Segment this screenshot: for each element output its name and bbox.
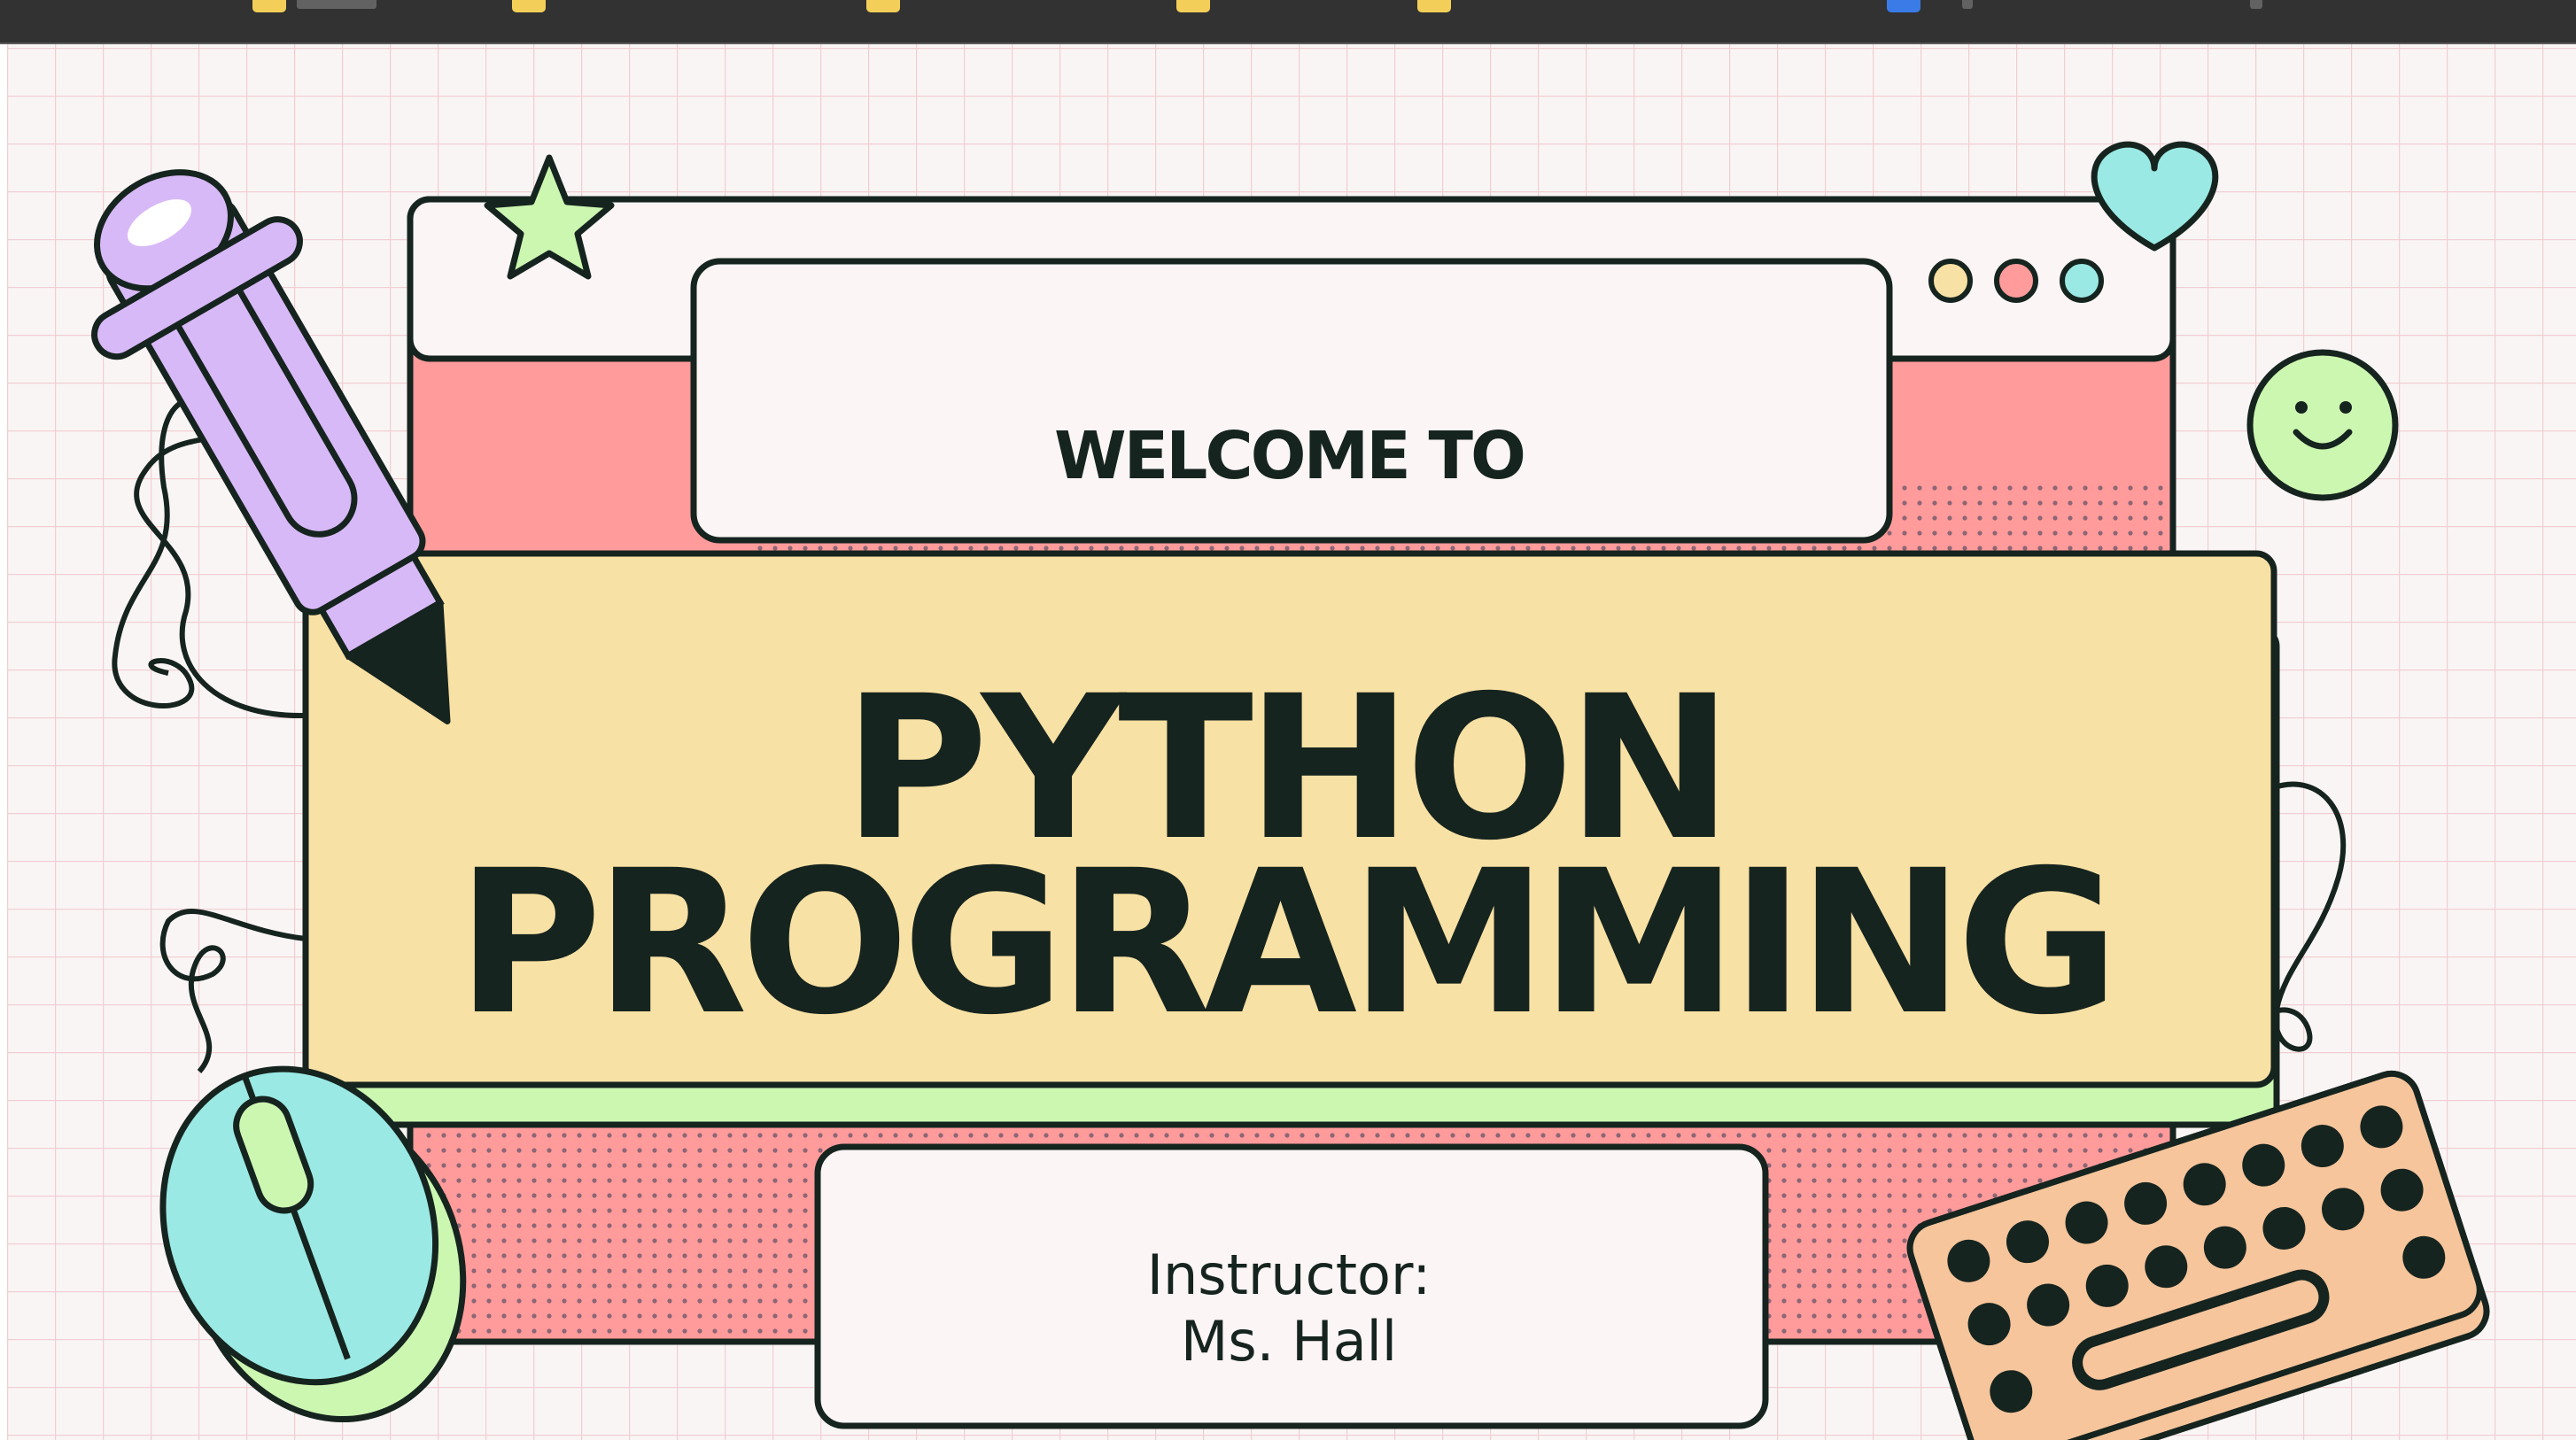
bookmark-label[interactable] [297, 0, 376, 9]
folder-icon[interactable] [1176, 0, 1210, 12]
smiley-icon [2246, 349, 2399, 501]
title-slide: WELCOME TO PYTHON PROGRAMMING Instructor… [0, 44, 2576, 1440]
doc-icon[interactable] [1887, 0, 1920, 12]
bookmark-label[interactable] [1962, 0, 1973, 9]
folder-icon[interactable] [866, 0, 900, 12]
instructor-label: Instructor: [1146, 1243, 1432, 1307]
bookmark-label[interactable] [2250, 0, 2262, 9]
welcome-heading: WELCOME TO [1054, 418, 1526, 494]
instructor-name: Ms. Hall [1180, 1309, 1398, 1374]
window-dot-teal [2060, 259, 2104, 303]
window-dot-yellow [1928, 259, 1973, 303]
title-line-programming: PROGRAMMING [456, 827, 2119, 1058]
folder-icon[interactable] [512, 0, 546, 12]
window-dot-pink [1994, 259, 2038, 303]
folder-icon[interactable] [1417, 0, 1451, 12]
bookmarks-bar [0, 0, 2576, 44]
folder-icon[interactable] [252, 0, 286, 12]
